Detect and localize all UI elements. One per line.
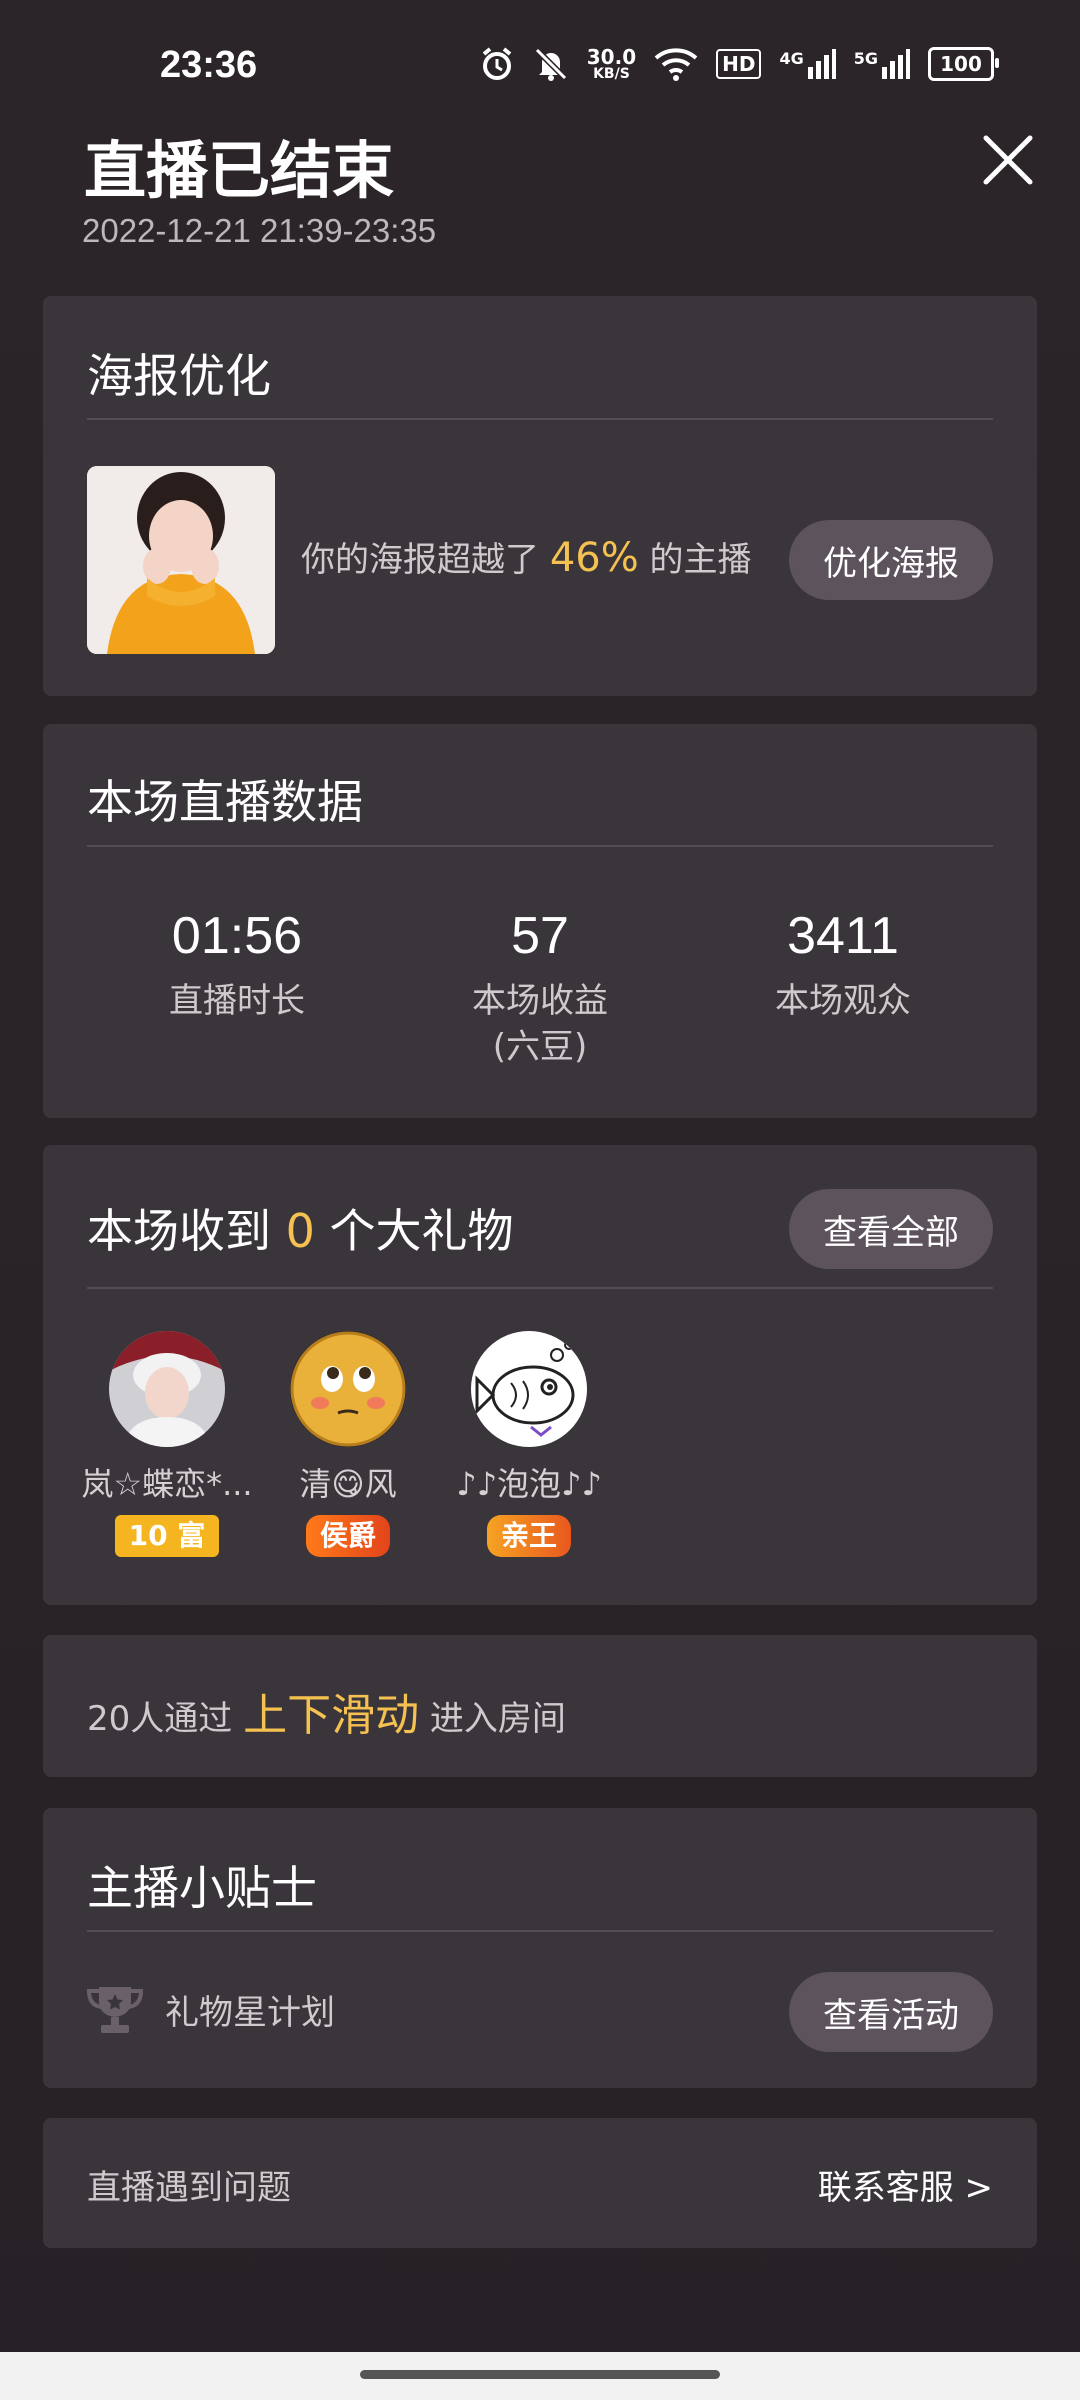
poster-card-title: 海报优化: [87, 349, 271, 403]
poster-thumbnail[interactable]: [87, 466, 275, 654]
page-title: 直播已结束: [84, 134, 395, 207]
net-speed: 30.0 KB/S: [587, 47, 636, 81]
gifter-item[interactable]: ♪♪泡泡♪♪ 亲王: [439, 1331, 619, 1557]
gifter-name: 清😋风: [299, 1465, 397, 1503]
tips-card-title: 主播小贴士: [87, 1861, 317, 1915]
swipe-highlight: 上下滑动: [243, 1690, 420, 1741]
gifter-item[interactable]: 清😋风 侯爵: [258, 1331, 438, 1557]
stat-duration-label: 直播时长: [169, 981, 305, 1021]
gifts-title-before: 本场收到: [87, 1204, 271, 1258]
stat-earnings: 57 本场收益 (六豆): [390, 906, 690, 1070]
stat-duration-value: 01:56: [171, 907, 303, 965]
stat-earnings-label-unit: (六豆): [492, 1027, 588, 1067]
divider: [87, 1930, 993, 1932]
divider: [87, 845, 993, 847]
stat-earnings-label: 本场收益 (六豆): [390, 978, 690, 1070]
gifts-title-after: 个大礼物: [329, 1204, 514, 1258]
view-all-button[interactable]: 查看全部: [789, 1189, 993, 1269]
problem-label: 直播遇到问题: [87, 2168, 291, 2208]
net-speed-unit: KB/S: [593, 66, 630, 82]
swipe-text-before: 20人通过: [87, 1699, 233, 1739]
stats-card-title: 本场直播数据: [87, 775, 363, 829]
stat-earnings-value: 57: [511, 907, 569, 965]
view-activity-button[interactable]: 查看活动: [789, 1972, 993, 2052]
rich-level-badge: 10 富: [114, 1515, 220, 1557]
home-indicator[interactable]: [360, 2370, 720, 2379]
optimize-poster-button[interactable]: 优化海报: [789, 520, 993, 600]
swipe-text-after: 进入房间: [429, 1699, 566, 1739]
tip-item-label: 礼物星计划: [165, 1992, 335, 2033]
live-stats-card: 本场直播数据 01:56 直播时长 57 本场收益 (六豆) 3411 本场观众: [43, 724, 1037, 1118]
close-button[interactable]: [976, 128, 1040, 192]
signal-4g-label: 4G: [779, 49, 804, 68]
signal-5g-label: 5G: [853, 49, 878, 68]
status-bar: 23:36 30.0 KB/S HD 4G 5G 100: [0, 0, 1080, 120]
alarm-icon: [479, 46, 515, 82]
stat-viewers: 3411 本场观众: [693, 906, 993, 1024]
trophy-icon: [87, 1987, 143, 2033]
noble-badge: 亲王: [486, 1515, 571, 1557]
poster-text-before: 你的海报超越了: [301, 540, 539, 580]
gifts-count: 0: [285, 1204, 315, 1258]
stat-duration: 01:56 直播时长: [87, 906, 387, 1024]
stat-earnings-label-main: 本场收益: [472, 981, 608, 1021]
divider: [87, 418, 993, 420]
divider: [87, 1287, 993, 1289]
live-time-range: 2022-12-21 21:39-23:35: [82, 212, 437, 249]
avatar: [471, 1331, 587, 1447]
signal-5g-icon: 5G: [854, 49, 910, 79]
gifter-item[interactable]: 岚☆蝶恋*... 10 富: [77, 1331, 257, 1557]
swipe-entry-text: 20人通过 上下滑动 进入房间: [87, 1679, 566, 1743]
battery-level: 100: [940, 52, 982, 76]
wifi-icon: [654, 46, 698, 82]
swipe-entry-card: 20人通过 上下滑动 进入房间: [43, 1635, 1037, 1777]
poster-percent: 46%: [549, 535, 639, 581]
gifts-card: 本场收到 0 个大礼物 查看全部 岚☆蝶恋*... 10 富 清😋风 侯爵 ♪♪…: [43, 1145, 1037, 1605]
host-tips-card: 主播小贴士 礼物星计划 查看活动: [43, 1808, 1037, 2088]
close-icon: [983, 135, 1033, 185]
net-speed-value: 30.0: [586, 45, 637, 69]
avatar: [109, 1331, 225, 1447]
stat-viewers-label: 本场观众: [775, 981, 911, 1021]
signal-4g-icon: 4G: [779, 49, 836, 79]
gifter-name: ♪♪泡泡♪♪: [456, 1465, 602, 1503]
navigation-bar: [0, 2352, 1080, 2400]
gifts-card-title: 本场收到 0 个大礼物: [87, 1195, 514, 1261]
poster-score-text: 你的海报超越了 46% 的主播: [301, 532, 752, 581]
battery-icon: 100: [928, 47, 999, 81]
poster-card: 海报优化 你的海报超越了 46% 的主播 优化海报: [43, 296, 1037, 696]
problem-card: 直播遇到问题 联系客服 >: [43, 2118, 1037, 2248]
stat-viewers-value: 3411: [787, 907, 899, 965]
poster-text-after: 的主播: [649, 540, 752, 580]
hd-icon: HD: [716, 49, 762, 79]
noble-badge: 侯爵: [305, 1515, 390, 1557]
avatar: [290, 1331, 406, 1447]
mute-icon: [533, 46, 569, 82]
status-icons: 30.0 KB/S HD 4G 5G 100: [479, 46, 999, 82]
contact-support-link[interactable]: 联系客服 >: [818, 2160, 993, 2209]
status-time: 23:36: [160, 44, 258, 86]
gifter-name: 岚☆蝶恋*...: [81, 1465, 253, 1503]
tip-item: 礼物星计划: [87, 1983, 335, 2035]
